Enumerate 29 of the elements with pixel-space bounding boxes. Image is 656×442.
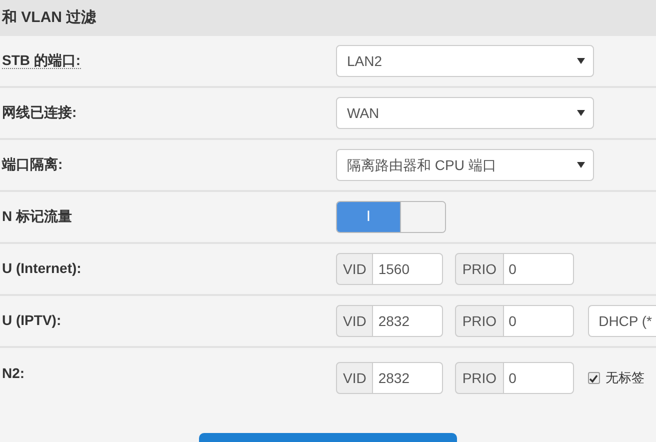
prio-addon: PRIO	[455, 362, 504, 394]
caret-icon	[577, 110, 585, 116]
caret-icon	[577, 58, 585, 64]
field-label: 网线已连接:	[2, 104, 77, 120]
dropdown[interactable]: LAN2	[336, 45, 594, 77]
vid-addon: VID	[336, 305, 374, 337]
prio-input[interactable]: 0	[504, 253, 574, 285]
dropdown[interactable]: WAN	[336, 97, 594, 129]
field-label: 端口隔离:	[2, 156, 63, 172]
field-label: N 标记流量	[2, 208, 72, 224]
vid-addon: VID	[336, 253, 374, 285]
dropdown[interactable]: DHCP (*	[588, 305, 656, 337]
checkbox[interactable]	[588, 372, 600, 384]
prio-input[interactable]: 0	[504, 362, 574, 394]
vid-input[interactable]: 1560	[373, 253, 444, 285]
field-label: U (IPTV):	[2, 312, 62, 328]
prio-input[interactable]: 0	[504, 305, 574, 337]
dropdown[interactable]: 隔离路由器和 CPU 端口	[336, 149, 594, 181]
caret-icon	[577, 162, 585, 168]
field-label: STB 的端口:	[2, 52, 81, 69]
section-title: 和 VLAN 过滤	[2, 8, 96, 28]
field-label: N2:	[2, 365, 25, 381]
field-label: U (Internet):	[2, 260, 82, 276]
checkbox-label: 无标签	[606, 369, 645, 388]
prio-addon: PRIO	[455, 253, 504, 285]
vid-input[interactable]: 2832	[373, 362, 444, 394]
prio-addon: PRIO	[455, 305, 504, 337]
vid-addon: VID	[336, 362, 374, 394]
vid-input[interactable]: 2832	[373, 305, 444, 337]
